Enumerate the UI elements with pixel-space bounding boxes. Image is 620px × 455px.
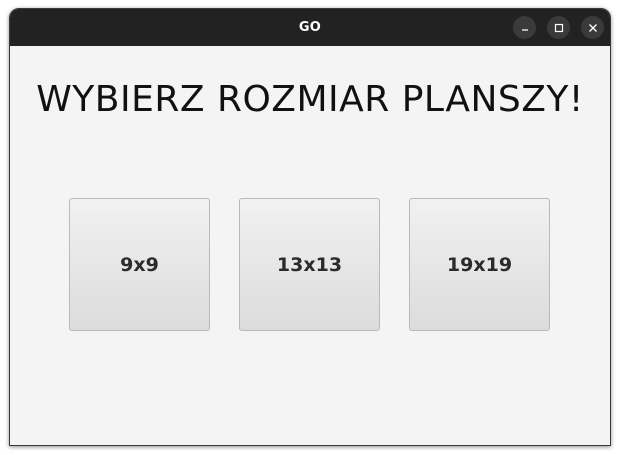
close-button[interactable] (581, 16, 604, 39)
board-size-label: 9x9 (120, 253, 159, 276)
maximize-button[interactable] (547, 16, 570, 39)
board-size-13x13-button[interactable]: 13x13 (239, 198, 380, 331)
board-size-19x19-button[interactable]: 19x19 (409, 198, 550, 331)
main-panel: WYBIERZ ROZMIAR PLANSZY! 9x9 13x13 19x19 (10, 46, 610, 445)
minimize-button[interactable] (513, 16, 536, 39)
page-heading: WYBIERZ ROZMIAR PLANSZY! (36, 79, 584, 120)
board-size-9x9-button[interactable]: 9x9 (69, 198, 210, 331)
minimize-icon (521, 28, 528, 31)
board-size-label: 19x19 (446, 253, 513, 276)
title-bar[interactable]: GO (10, 9, 610, 46)
app-window: GO WYBIERZ ROZMIAR PLANSZY! 9x9 13x13 19… (9, 8, 611, 446)
close-icon (588, 23, 597, 32)
board-size-label: 13x13 (276, 253, 343, 276)
maximize-icon (554, 23, 563, 32)
